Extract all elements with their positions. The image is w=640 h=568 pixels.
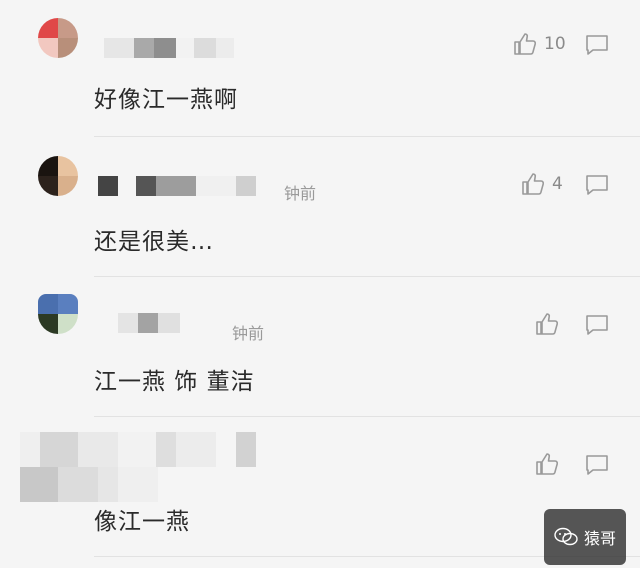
avatar-pixel — [38, 38, 58, 58]
avatar-pixel — [38, 314, 58, 334]
thumbs-up-icon — [536, 453, 559, 475]
comment-item: 钟前 还是很美… 4 — [0, 140, 640, 280]
reply-button[interactable] — [584, 173, 610, 197]
username-blurred[interactable] — [98, 176, 256, 196]
avatar-pixel — [38, 176, 58, 196]
divider — [94, 276, 640, 277]
wechat-watermark: 猿哥 — [544, 509, 626, 565]
like-button[interactable] — [534, 451, 560, 477]
comment-item: 好像江一燕啊 10 — [0, 0, 640, 140]
divider — [94, 136, 640, 137]
comment-text: 还是很美… — [94, 229, 214, 255]
avatar-pixel — [38, 294, 58, 314]
speech-bubble-icon — [586, 315, 608, 335]
comment-time: 钟前 — [284, 184, 317, 203]
speech-bubble-icon — [586, 455, 608, 475]
like-button[interactable]: 4 — [520, 171, 563, 197]
thumbs-up-icon — [522, 173, 545, 195]
thumbs-up-icon — [514, 33, 537, 55]
like-button[interactable]: 10 — [512, 31, 566, 57]
reply-button[interactable] — [584, 313, 610, 337]
thumbs-up-icon — [536, 313, 559, 335]
avatar-pixel — [38, 156, 58, 176]
avatar[interactable] — [38, 294, 78, 334]
speech-bubble-icon — [586, 35, 608, 55]
divider — [94, 416, 640, 417]
comment-text: 好像江一燕啊 — [94, 87, 238, 113]
avatar-pixel — [58, 38, 78, 58]
comment-text: 像江一燕 — [94, 509, 190, 535]
comment-text: 江一燕 饰 董洁 — [94, 369, 255, 395]
avatar-pixel — [58, 176, 78, 196]
watermark-label: 猿哥 — [583, 529, 616, 548]
like-button[interactable] — [534, 311, 560, 337]
like-count: 10 — [544, 34, 566, 54]
reply-button[interactable] — [584, 33, 610, 57]
reply-button[interactable] — [584, 453, 610, 477]
like-count: 4 — [552, 174, 563, 194]
avatar[interactable] — [38, 156, 78, 196]
username-blurred[interactable] — [20, 432, 280, 502]
speech-bubble-icon — [586, 175, 608, 195]
avatar-pixel — [58, 314, 78, 334]
username-blurred[interactable] — [118, 313, 220, 333]
avatar-pixel — [58, 18, 78, 38]
wechat-logo-icon — [554, 527, 578, 546]
avatar-pixel — [58, 294, 78, 314]
avatar[interactable] — [38, 18, 78, 58]
comment-item: 钟前 江一燕 饰 董洁 — [0, 280, 640, 420]
username-blurred[interactable] — [104, 38, 234, 58]
avatar-pixel — [38, 18, 58, 38]
comment-time: 钟前 — [232, 324, 265, 343]
avatar-pixel — [58, 156, 78, 176]
